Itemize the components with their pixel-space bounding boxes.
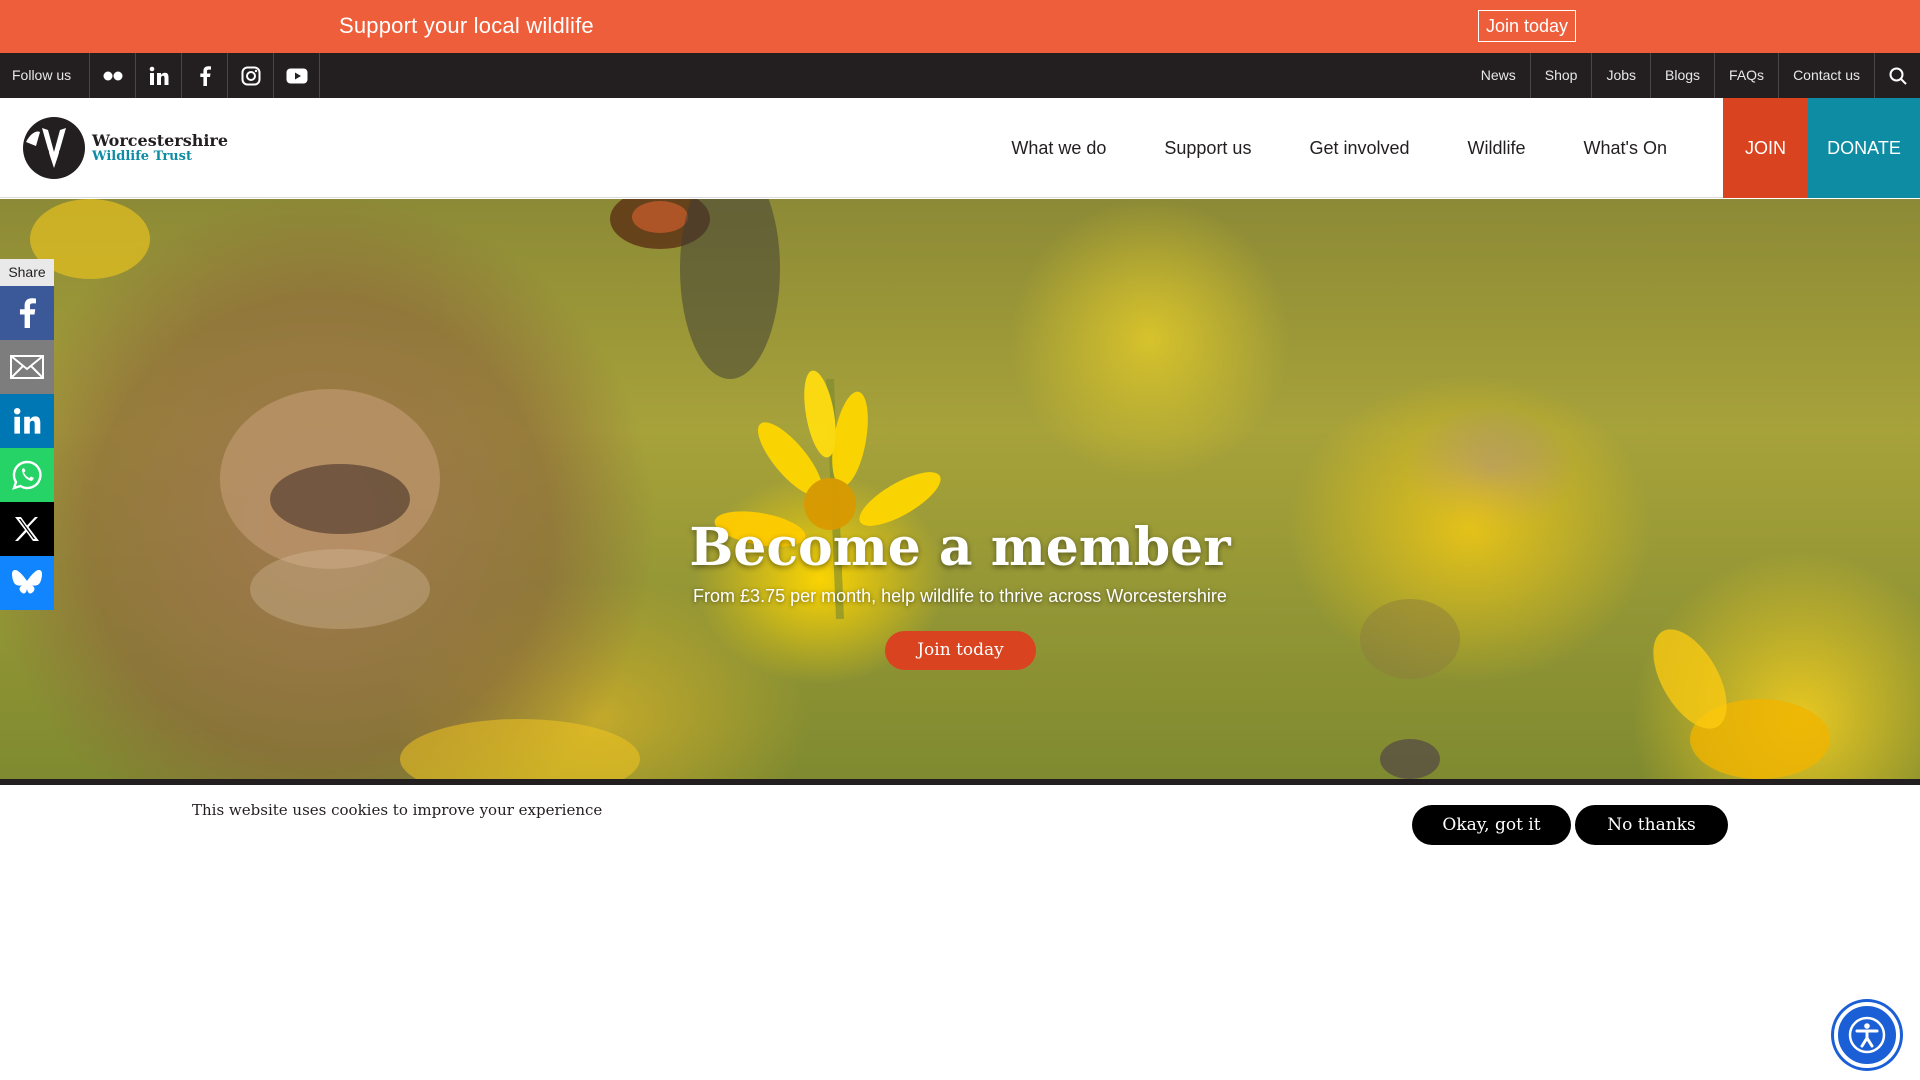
- hero-subtitle: From £3.75 per month, help wildlife to t…: [693, 586, 1227, 606]
- linkedin-icon: [13, 407, 41, 434]
- youtube-icon[interactable]: [274, 53, 320, 98]
- cookie-banner: This website uses cookies to improve you…: [0, 785, 1920, 1080]
- utility-link-shop[interactable]: Shop: [1529, 53, 1592, 98]
- main-nav: What we do Support us Get involved Wildl…: [982, 98, 1696, 198]
- linkedin-icon[interactable]: [136, 53, 182, 98]
- cookie-message: This website uses cookies to improve you…: [192, 801, 603, 819]
- utility-link-contact[interactable]: Contact us: [1778, 53, 1874, 98]
- hero-image: [30, 199, 1830, 779]
- hero-title: Become a member: [689, 517, 1231, 578]
- nav-wildlife[interactable]: Wildlife: [1439, 138, 1555, 159]
- promo-bar: Support your local wildlife Join today: [0, 0, 1920, 53]
- site-logo[interactable]: Worcestershire Wildlife Trust: [22, 116, 232, 180]
- utility-link-jobs[interactable]: Jobs: [1591, 53, 1650, 98]
- main-header: Worcestershire Wildlife Trust What we do…: [0, 98, 1920, 198]
- share-label: Share: [0, 259, 54, 286]
- share-email-button[interactable]: [0, 340, 54, 394]
- utility-bar: Follow us News Shop Jobs Blogs FAQs Cont…: [0, 53, 1920, 98]
- nav-what-we-do[interactable]: What we do: [982, 138, 1135, 159]
- share-bluesky-button[interactable]: [0, 556, 54, 610]
- share-rail: Share: [0, 259, 54, 610]
- hero-join-button[interactable]: Join today: [885, 631, 1036, 670]
- utility-link-blogs[interactable]: Blogs: [1650, 53, 1714, 98]
- logo-name: Worcestershire: [92, 130, 229, 150]
- cookie-decline-button[interactable]: No thanks: [1575, 805, 1728, 845]
- whatsapp-icon: [12, 460, 42, 490]
- promo-join-button[interactable]: Join today: [1478, 10, 1577, 42]
- cookie-accept-button[interactable]: Okay, got it: [1412, 805, 1571, 845]
- share-linkedin-button[interactable]: [0, 394, 54, 448]
- x-icon: [15, 517, 39, 541]
- facebook-icon: [19, 298, 36, 328]
- hero-banner: Become a member From £3.75 per month, he…: [0, 199, 1920, 779]
- instagram-icon[interactable]: [228, 53, 274, 98]
- share-facebook-button[interactable]: [0, 286, 54, 340]
- facebook-icon[interactable]: [182, 53, 228, 98]
- share-x-button[interactable]: [0, 502, 54, 556]
- search-icon: [1889, 67, 1907, 85]
- promo-text: Support your local wildlife: [339, 13, 594, 38]
- join-button[interactable]: JOIN: [1723, 98, 1808, 198]
- accessibility-icon: [1848, 1016, 1886, 1054]
- accessibility-button[interactable]: [1834, 1002, 1900, 1068]
- donate-button[interactable]: DONATE: [1808, 98, 1920, 198]
- utility-link-news[interactable]: News: [1467, 53, 1530, 98]
- utility-links: News Shop Jobs Blogs FAQs Contact us: [1467, 53, 1874, 98]
- share-whatsapp-button[interactable]: [0, 448, 54, 502]
- nav-support-us[interactable]: Support us: [1135, 138, 1280, 159]
- logo-subname: Wildlife Trust: [92, 148, 192, 164]
- utility-link-faqs[interactable]: FAQs: [1714, 53, 1778, 98]
- email-icon: [10, 355, 44, 379]
- badger-logo-icon: [23, 117, 85, 179]
- follow-us-label: Follow us: [0, 53, 90, 98]
- bluesky-icon: [12, 570, 42, 594]
- flickr-icon[interactable]: [90, 53, 136, 98]
- nav-whats-on[interactable]: What's On: [1555, 138, 1696, 159]
- search-button[interactable]: [1874, 53, 1920, 98]
- nav-get-involved[interactable]: Get involved: [1280, 138, 1438, 159]
